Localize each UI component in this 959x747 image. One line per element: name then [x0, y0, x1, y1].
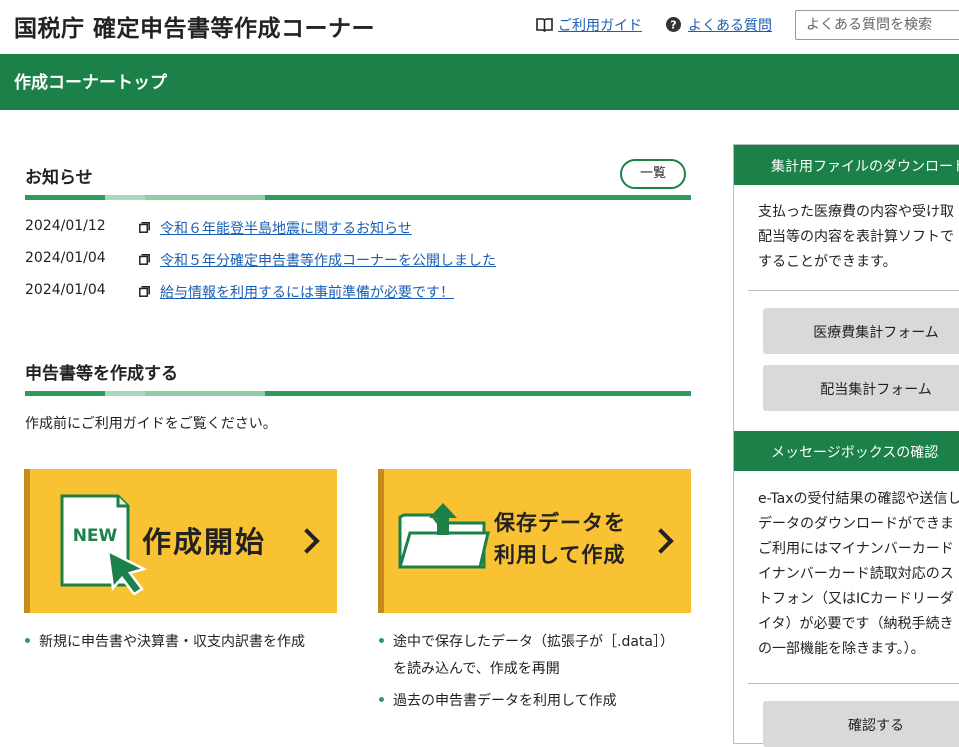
download-description: 配当等の内容を表計算ソフトで: [758, 229, 954, 245]
folder-upload-icon: [397, 503, 490, 569]
svg-text:?: ?: [670, 19, 676, 32]
news-heading: お知らせ: [25, 168, 93, 188]
messagebox-description: イタ）が必要です（納税手続き: [758, 616, 954, 632]
download-description: することができます。: [758, 254, 897, 270]
create-intro: 作成前にご利用ガイドをご覧ください。: [25, 416, 277, 432]
use-saved-label-line2: 利用して作成: [494, 543, 626, 567]
messagebox-description: トフォン（又はICカードリーダ: [758, 591, 954, 607]
messagebox-confirm-button[interactable]: 確認する: [763, 701, 959, 747]
create-heading-rule: [25, 391, 691, 396]
messagebox-description: ご利用にはマイナンバーカード: [758, 541, 954, 557]
messagebox-description: イナンバーカード読取対応のス: [758, 566, 954, 582]
help-icon: ?: [666, 17, 681, 32]
news-link[interactable]: 給与情報を利用するには事前準備が必要です！: [160, 282, 454, 302]
page-title: 作成コーナートップ: [14, 73, 167, 93]
news-link[interactable]: 令和５年分確定申告書等作成コーナーを公開しました: [160, 250, 496, 270]
book-icon: [536, 18, 553, 32]
news-list-button[interactable]: 一覧: [620, 159, 686, 189]
messagebox-description: の一部機能を除きます。）。: [758, 641, 925, 657]
dividend-form-button[interactable]: 配当集計フォーム: [763, 365, 959, 411]
start-new-button[interactable]: NEW 作成開始: [24, 469, 337, 613]
messagebox-description: データのダウンロードができま: [758, 516, 954, 532]
divider: [748, 683, 959, 684]
news-date: 2024/01/04: [25, 282, 106, 298]
medical-expense-form-button[interactable]: 医療費集計フォーム: [763, 308, 959, 354]
new-badge: NEW: [73, 526, 118, 546]
chevron-right-icon: [648, 528, 674, 554]
use-saved-data-button[interactable]: 保存データを 利用して作成: [378, 469, 691, 613]
faq-search-input[interactable]: [795, 10, 959, 40]
page-title-bar: 作成コーナートップ: [0, 54, 959, 110]
divider: [748, 290, 959, 291]
start-new-label: 作成開始: [142, 525, 267, 559]
news-date: 2024/01/04: [25, 250, 106, 266]
document-icon: [139, 254, 150, 265]
document-icon: [139, 222, 150, 233]
sidebar-panel: 集計用ファイルのダウンロード 支払った医療費の内容や受け取 配当等の内容を表計算…: [733, 144, 959, 747]
news-date: 2024/01/12: [25, 218, 106, 234]
messagebox-heading: メッセージボックスの確認: [734, 431, 959, 471]
new-document-icon: NEW: [60, 494, 148, 596]
download-heading: 集計用ファイルのダウンロード: [734, 145, 959, 185]
create-heading: 申告書等を作成する: [25, 364, 178, 384]
download-description: 支払った医療費の内容や受け取: [758, 204, 954, 220]
guide-link[interactable]: ご利用ガイド: [558, 15, 642, 35]
chevron-right-icon: [294, 528, 320, 554]
faq-link[interactable]: よくある質問: [688, 15, 772, 35]
site-header: 国税庁 確定申告書等作成コーナー ご利用ガイド ? よくある質問: [0, 0, 959, 54]
news-heading-rule: [25, 195, 691, 200]
document-icon: [139, 286, 150, 297]
site-title: 国税庁 確定申告書等作成コーナー: [14, 16, 376, 42]
use-saved-label-line1: 保存データを: [494, 511, 626, 535]
messagebox-description: e-Taxの受付結果の確認や送信し: [758, 491, 959, 507]
news-link[interactable]: 令和６年能登半島地震に関するお知らせ: [160, 218, 412, 238]
